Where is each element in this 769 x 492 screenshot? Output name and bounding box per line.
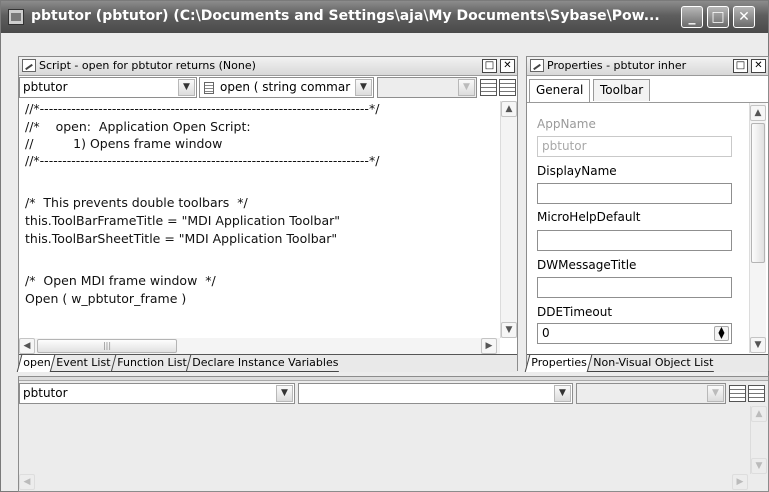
layout-grid-icon[interactable] xyxy=(729,385,746,402)
chevron-down-icon[interactable]: ▼ xyxy=(355,79,372,96)
close-button[interactable]: ✕ xyxy=(733,6,755,28)
spinner-icon[interactable]: ▲ ▼ xyxy=(714,326,729,341)
properties-pen-icon xyxy=(530,59,544,72)
chevron-down-icon[interactable]: ▼ xyxy=(276,385,293,402)
scroll-up-arrow-icon[interactable]: ▲ xyxy=(501,101,517,117)
splitter-bar[interactable] xyxy=(19,377,768,381)
script-pen-icon xyxy=(22,59,36,72)
lower-ancestor-dropdown[interactable]: ▼ xyxy=(576,383,726,404)
lower-vertical-scrollbar[interactable]: ▲ ▼ xyxy=(750,406,767,474)
properties-list: AppName pbtutor DisplayName MicroHelpDef… xyxy=(527,102,768,353)
script-ancestor-dropdown[interactable]: ▼ xyxy=(377,77,477,98)
properties-panel-close-button[interactable]: ✕ xyxy=(751,59,766,73)
lower-object-dropdown[interactable]: pbtutor ▼ xyxy=(19,383,295,404)
lower-script-panel: pbtutor ▼ ▼ ▼ ▲ ▼ ◀ ▶ xyxy=(18,376,769,492)
lower-event-dropdown[interactable]: ▼ xyxy=(298,383,573,404)
code-line: // 1) Opens frame window xyxy=(25,136,223,151)
layout-grid-alt-icon[interactable] xyxy=(499,79,516,96)
script-panel-restore-button[interactable]: □ xyxy=(482,59,497,73)
code-line: this.ToolBarSheetTitle = "MDI Applicatio… xyxy=(25,231,338,246)
code-line: /* This prevents double toolbars */ xyxy=(25,195,248,210)
chevron-down-icon[interactable]: ▼ xyxy=(458,79,475,96)
prop-label-dwmessagetitle: DWMessageTitle xyxy=(537,258,637,272)
code-line: Open ( w_pbtutor_frame ) xyxy=(25,291,187,306)
tab-toolbar[interactable]: Toolbar xyxy=(593,79,651,101)
scroll-right-arrow-icon[interactable]: ▶ xyxy=(732,474,748,490)
powerbuilder-app-icon[interactable] xyxy=(8,9,24,25)
code-line: this.ToolBarFrameTitle = "MDI Applicatio… xyxy=(25,213,340,228)
code-line: //* open: Application Open Script: xyxy=(25,119,251,134)
properties-panel-title-bar: Properties - pbtutor inher □ ✕ xyxy=(527,57,768,76)
code-line: //*-------------------------------------… xyxy=(25,101,380,116)
prop-label-ddetimeout: DDETimeout xyxy=(537,305,613,319)
appname-field[interactable]: pbtutor xyxy=(537,136,732,157)
tab-function-list[interactable]: Function List xyxy=(110,355,192,372)
prop-label-appname: AppName xyxy=(537,117,596,131)
code-line: //*-------------------------------------… xyxy=(25,153,380,168)
scroll-up-arrow-icon[interactable]: ▲ xyxy=(751,406,767,422)
script-panel-title-bar: Script - open for pbtutor returns (None)… xyxy=(19,57,517,76)
lower-code-editor[interactable] xyxy=(19,406,750,474)
script-tab-strip: open Event List Function List Declare Insta… xyxy=(16,354,517,372)
properties-panel-title: Properties - pbtutor inher xyxy=(547,59,687,72)
properties-vertical-scrollbar[interactable]: ▲ ▼ xyxy=(749,103,766,353)
script-code-editor[interactable]: //*-------------------------------------… xyxy=(19,101,500,338)
lower-horizontal-scrollbar[interactable]: ◀ ▶ xyxy=(19,474,750,490)
chevron-down-icon[interactable]: ▼ xyxy=(554,385,571,402)
script-editor-panel: Script - open for pbtutor returns (None)… xyxy=(16,56,518,372)
code-line: /* Open MDI frame window */ xyxy=(25,273,216,288)
main-window: pbtutor (pbtutor) (C:\Documents and Sett… xyxy=(0,0,769,492)
microhelpdefault-field[interactable] xyxy=(537,230,732,251)
script-panel-title: Script - open for pbtutor returns (None) xyxy=(39,59,256,72)
scroll-thumb[interactable] xyxy=(751,123,765,263)
script-horizontal-scrollbar[interactable]: ◀ ||| ▶ xyxy=(19,338,500,354)
event-script-icon xyxy=(204,82,214,94)
scroll-thumb[interactable]: ||| xyxy=(37,339,177,353)
scroll-down-arrow-icon[interactable]: ▼ xyxy=(750,337,766,353)
tab-non-visual-object-list[interactable]: Non-Visual Object List xyxy=(586,355,719,372)
maximize-button[interactable]: □ xyxy=(707,6,729,28)
scroll-down-arrow-icon[interactable]: ▼ xyxy=(751,458,767,474)
script-object-dropdown[interactable]: pbtutor ▼ xyxy=(19,77,197,98)
tab-declare-instance-variables[interactable]: Declare Instance Variables xyxy=(185,355,344,372)
script-panel-close-button[interactable]: ✕ xyxy=(500,59,515,73)
scroll-right-arrow-icon[interactable]: ▶ xyxy=(481,338,497,354)
chevron-down-icon[interactable]: ▼ xyxy=(178,79,195,96)
prop-label-microhelpdefault: MicroHelpDefault xyxy=(537,210,641,224)
scroll-left-arrow-icon[interactable]: ◀ xyxy=(19,474,35,490)
chevron-down-icon[interactable]: ▼ xyxy=(707,385,724,402)
script-event-dropdown[interactable]: open ( string commar ▼ xyxy=(199,77,374,98)
script-vertical-scrollbar[interactable]: ▲ ▼ xyxy=(500,101,517,338)
dwmessagetitle-field[interactable] xyxy=(537,277,732,298)
scroll-left-arrow-icon[interactable]: ◀ xyxy=(19,338,35,354)
properties-panel: Properties - pbtutor inher □ ✕ General T… xyxy=(524,56,769,372)
displayname-field[interactable] xyxy=(537,183,732,204)
layout-grid-icon[interactable] xyxy=(480,79,497,96)
minimize-button[interactable]: _ xyxy=(681,6,703,28)
properties-tab-strip: Properties Non-Visual Object List xyxy=(524,354,768,372)
tab-properties[interactable]: Properties xyxy=(524,355,592,372)
tab-general[interactable]: General xyxy=(529,79,591,102)
properties-panel-restore-button[interactable]: □ xyxy=(733,59,748,73)
tab-event-list[interactable]: Event List xyxy=(50,355,116,372)
scroll-up-arrow-icon[interactable]: ▲ xyxy=(750,105,766,121)
window-title: pbtutor (pbtutor) (C:\Documents and Sett… xyxy=(31,8,660,24)
prop-label-displayname: DisplayName xyxy=(537,164,617,178)
ddetimeout-field[interactable]: 0 ▲ ▼ xyxy=(537,323,732,344)
scroll-down-arrow-icon[interactable]: ▼ xyxy=(501,322,517,338)
layout-grid-alt-icon[interactable] xyxy=(748,385,765,402)
title-bar[interactable]: pbtutor (pbtutor) (C:\Documents and Sett… xyxy=(1,1,768,33)
